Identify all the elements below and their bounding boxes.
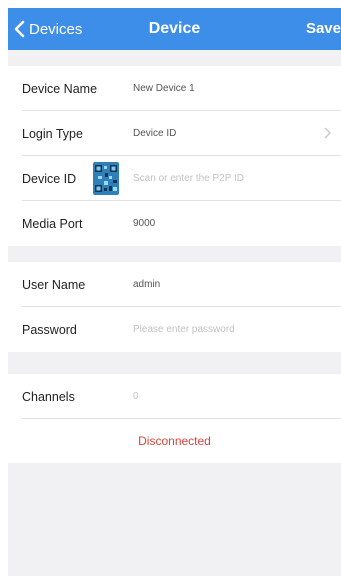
auth-group: User Name admin Password Please enter pa… bbox=[8, 262, 341, 352]
form: Device Name New Device 1 Login Type Devi… bbox=[8, 50, 341, 463]
device-name-label: Device Name bbox=[22, 81, 98, 96]
connection-status: Disconnected bbox=[138, 434, 211, 448]
user-name-row[interactable]: User Name admin bbox=[8, 262, 341, 307]
device-screen: Devices Device Save Device Name New Devi… bbox=[8, 8, 341, 576]
group-separator bbox=[8, 352, 341, 374]
channels-row[interactable]: Channels 0 bbox=[8, 374, 341, 419]
nav-bar: Devices Device Save bbox=[8, 8, 341, 50]
channels-value: 0 bbox=[133, 391, 139, 402]
password-row[interactable]: Password Please enter password bbox=[8, 307, 341, 352]
media-port-label: Media Port bbox=[22, 216, 83, 231]
device-name-row[interactable]: Device Name New Device 1 bbox=[8, 66, 341, 111]
device-name-input[interactable]: New Device 1 bbox=[133, 83, 195, 94]
login-type-label: Login Type bbox=[22, 126, 83, 141]
media-port-row[interactable]: Media Port 9000 bbox=[8, 201, 341, 246]
channels-group: Channels 0 Disconnected bbox=[8, 374, 341, 463]
save-button[interactable]: Save bbox=[306, 8, 341, 50]
channels-label: Channels bbox=[22, 389, 75, 404]
login-type-row[interactable]: Login Type Device ID bbox=[8, 111, 341, 156]
login-type-value: Device ID bbox=[133, 128, 177, 139]
back-button-label: Devices bbox=[29, 20, 83, 38]
chevron-left-icon bbox=[14, 20, 25, 38]
qr-code-scan-icon[interactable] bbox=[93, 162, 119, 195]
media-port-input[interactable]: 9000 bbox=[133, 218, 155, 229]
back-button[interactable]: Devices bbox=[14, 8, 82, 50]
device-id-label: Device ID bbox=[22, 171, 77, 186]
device-group: Device Name New Device 1 Login Type Devi… bbox=[8, 66, 341, 246]
user-name-input[interactable]: admin bbox=[133, 279, 160, 290]
connection-status-row: Disconnected bbox=[8, 419, 341, 463]
device-id-input[interactable]: Scan or enter the P2P ID bbox=[133, 173, 244, 184]
device-id-row[interactable]: Device ID Scan or enter the P2P ID bbox=[8, 156, 341, 201]
user-name-label: User Name bbox=[22, 277, 86, 292]
password-input[interactable]: Please enter password bbox=[133, 324, 235, 335]
group-separator bbox=[8, 246, 341, 262]
group-separator bbox=[8, 50, 341, 66]
password-label: Password bbox=[22, 322, 77, 337]
chevron-right-icon bbox=[324, 127, 331, 139]
